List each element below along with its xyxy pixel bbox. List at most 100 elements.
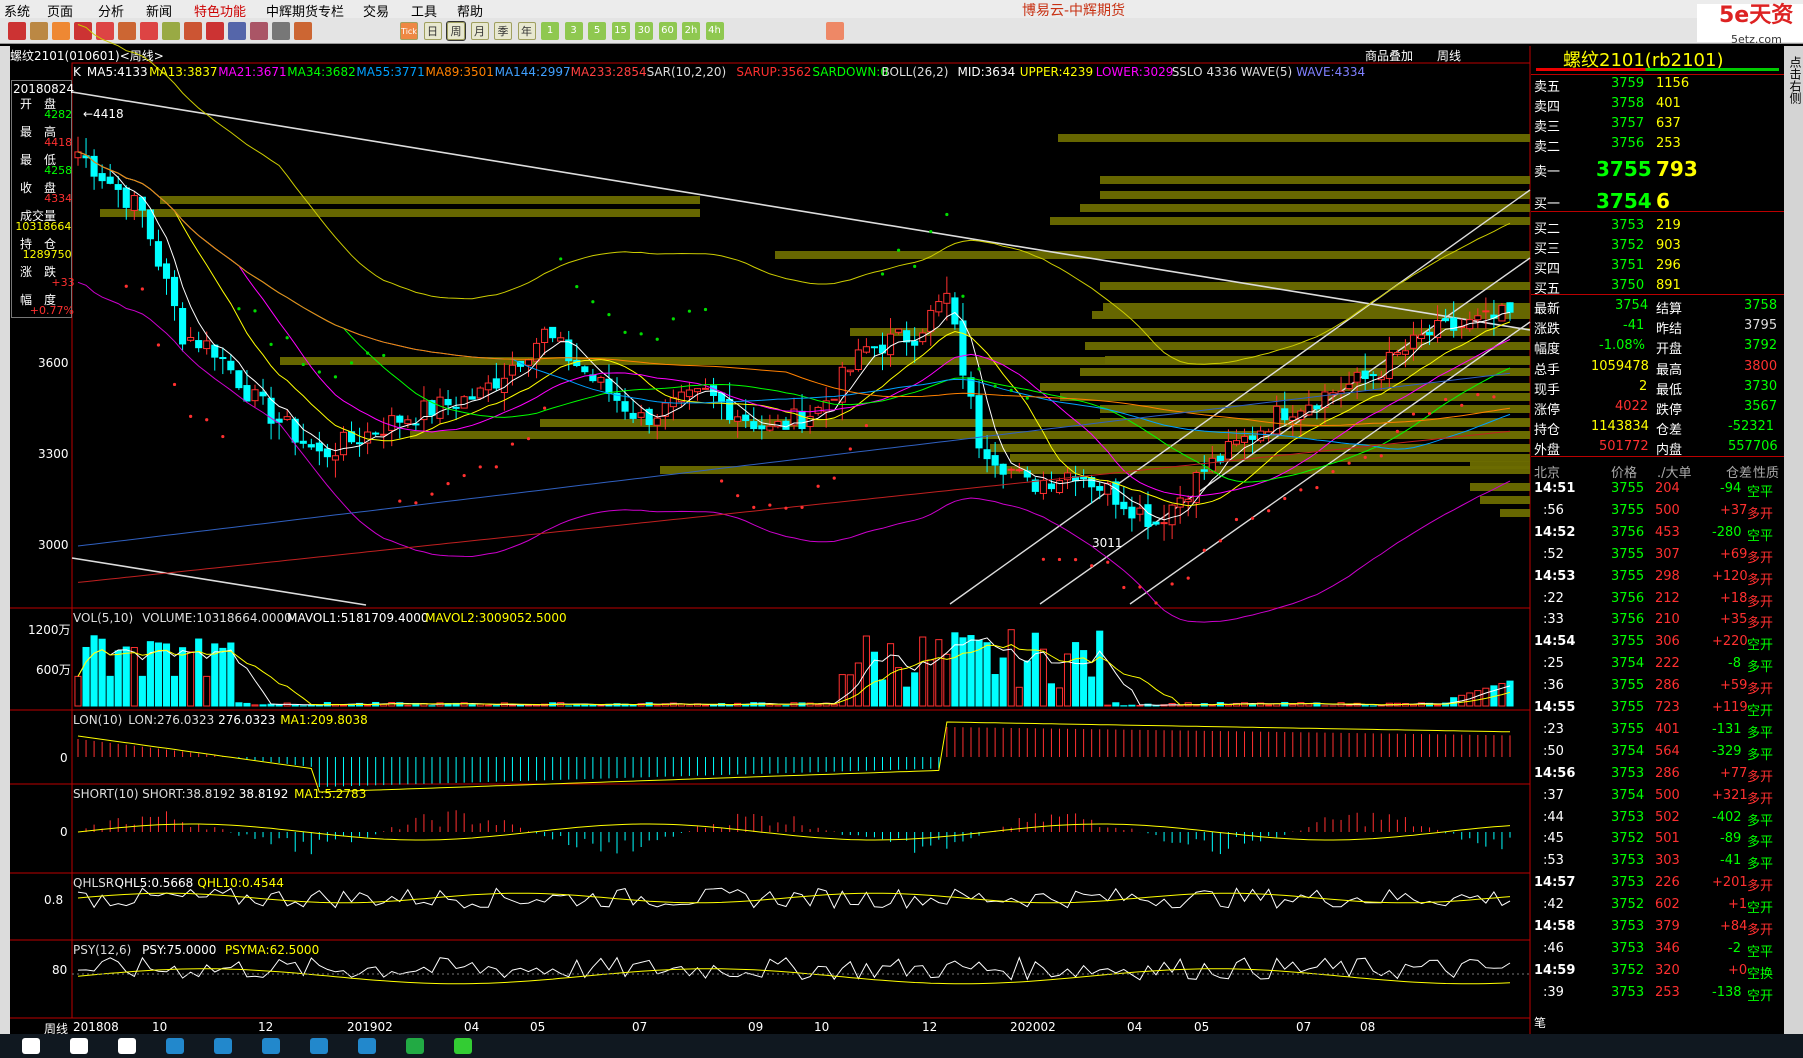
tick-oi-change: +59 — [1720, 678, 1748, 694]
bid-volume: 891 — [1656, 278, 1681, 293]
ask-price: 3757 — [1611, 116, 1645, 131]
bid-price: 3753 — [1611, 218, 1645, 233]
panel-indicator-value: QHL5:0.5668 — [114, 876, 194, 890]
tick-volume: 723 — [1655, 700, 1680, 715]
tick-price: 3753 — [1611, 765, 1645, 781]
ask-volume: 1156 — [1656, 76, 1690, 91]
bid1-volume: 6 — [1656, 189, 1670, 213]
tick-type: 多开 — [1747, 682, 1774, 698]
stat-value: 557706 — [1728, 439, 1778, 455]
tick-time: 14:53 — [1534, 568, 1576, 584]
taskbar — [0, 1034, 1803, 1058]
tick-volume: 212 — [1655, 590, 1680, 606]
tick-oi-change: -329 — [1712, 743, 1742, 759]
stat-label: 跌停 — [1656, 403, 1683, 418]
tick-type: 空平 — [1747, 944, 1774, 960]
ask1-volume: 793 — [1656, 157, 1698, 181]
tick-header: 仓差 — [1726, 466, 1753, 481]
tick-price: 3752 — [1611, 962, 1645, 978]
tick-volume: 226 — [1655, 875, 1680, 891]
tick-type: 多开 — [1747, 572, 1774, 588]
tick-time: :37 — [1543, 787, 1564, 803]
tick-oi-change: +35 — [1720, 612, 1748, 628]
tick-price: 3755 — [1611, 678, 1645, 694]
info-value: 1289750 — [22, 248, 72, 261]
price-axis-label: 3300 — [38, 447, 69, 461]
info-value: 4334 — [44, 192, 73, 205]
tick-oi-change: +18 — [1720, 590, 1748, 606]
panel-indicator-value: LON:276.0323 — [128, 713, 215, 727]
panel-indicator-value: MA1:209.8038 — [280, 713, 368, 727]
taskbar-icon[interactable] — [406, 1038, 424, 1054]
tick-volume: 204 — [1655, 481, 1680, 496]
tick-volume: 502 — [1655, 809, 1680, 825]
tick-time: :53 — [1543, 853, 1564, 869]
tick-oi-change: +37 — [1720, 502, 1748, 518]
stat-label: 涨跌 — [1534, 322, 1561, 338]
tick-volume: 501 — [1655, 831, 1680, 847]
taskbar-icon[interactable] — [358, 1038, 376, 1054]
x-axis-label: 05 — [1194, 1020, 1210, 1034]
tick-oi-change: +220 — [1712, 634, 1748, 650]
taskbar-icon[interactable] — [310, 1038, 328, 1054]
indicator-value: MA233:2854 — [570, 65, 647, 79]
tick-price: 3756 — [1611, 524, 1645, 540]
tick-price: 3756 — [1611, 590, 1645, 606]
panel-indicator-value: PSYMA:62.5000 — [225, 943, 320, 957]
tick-price: 3754 — [1611, 787, 1645, 803]
tick-time: :52 — [1543, 546, 1564, 562]
panel-indicator-value: LON(10) — [73, 713, 123, 727]
tick-time: :42 — [1543, 897, 1564, 913]
tick-time: :44 — [1543, 809, 1564, 825]
panel-axis-label: 1200万 — [28, 623, 71, 637]
overlay-text: ←4418 3011 3600 3300 3000 K MA5:4133 MA13:3837 M… — [0, 0, 1803, 1058]
quote-panel: 螺纹2101(rb2101) 卖五 3759 1156 卖四 3758 401 卖三 3757 6… — [1531, 46, 1784, 1034]
panel-indicator-value: MA1:5.2783 — [294, 787, 367, 801]
stat-value: 1143834 — [1591, 419, 1649, 435]
ask-price: 3756 — [1611, 136, 1645, 151]
tick-oi-change: +69 — [1720, 546, 1748, 562]
indicator-value: SSLO 4336 — [1171, 65, 1237, 79]
stat-value: 1059478 — [1591, 358, 1649, 374]
indicator-value: WAVE(5) — [1240, 65, 1293, 79]
tick-price: 3756 — [1611, 612, 1645, 628]
panel-indicator-value: PSY(12,6) — [73, 943, 132, 957]
tick-volume: 401 — [1655, 721, 1680, 737]
panel-indicator-value: VOL(5,10) — [73, 611, 134, 625]
tick-price: 3755 — [1611, 634, 1645, 650]
x-axis-label: 08 — [1360, 1020, 1376, 1034]
tick-volume: 346 — [1655, 940, 1680, 956]
taskbar-icon[interactable] — [262, 1038, 280, 1054]
ask-label: 卖一 — [1534, 165, 1561, 180]
bid-label: 买三 — [1534, 242, 1561, 257]
stat-value: 4022 — [1615, 399, 1649, 414]
tick-type: 多平 — [1747, 857, 1774, 873]
tick-footer: 笔 — [1534, 1016, 1547, 1030]
taskbar-icon[interactable] — [70, 1038, 88, 1054]
x-axis-label: 07 — [632, 1020, 648, 1034]
tick-time: :39 — [1543, 984, 1564, 1000]
panel-indicator-value: 38.8192 — [238, 787, 289, 801]
ask-volume: 401 — [1656, 96, 1681, 111]
taskbar-icon[interactable] — [166, 1038, 184, 1054]
indicator-value: MA21:3671 — [218, 65, 287, 79]
stat-label: 总手 — [1534, 362, 1561, 378]
x-axis-label: 202002 — [1010, 1020, 1056, 1034]
tick-time: 14:59 — [1534, 962, 1576, 978]
taskbar-icon[interactable] — [454, 1038, 472, 1054]
tick-time: 14:52 — [1534, 524, 1576, 540]
tick-time: :56 — [1543, 502, 1564, 518]
indicator-value: MA55:3771 — [356, 65, 425, 79]
tick-oi-change: +0 — [1728, 962, 1748, 978]
tick-oi-change: +119 — [1712, 700, 1748, 715]
tick-volume: 298 — [1655, 568, 1680, 584]
tick-oi-change: +321 — [1712, 787, 1748, 803]
tick-volume: 564 — [1655, 743, 1680, 759]
tick-oi-change: -2 — [1728, 940, 1741, 956]
taskbar-icon[interactable] — [214, 1038, 232, 1054]
taskbar-icon[interactable] — [118, 1038, 136, 1054]
taskbar-icon[interactable] — [22, 1038, 40, 1054]
tick-oi-change: -8 — [1728, 656, 1741, 672]
quote-divider — [1531, 294, 1784, 295]
x-axis-label: 201808 — [73, 1020, 119, 1034]
